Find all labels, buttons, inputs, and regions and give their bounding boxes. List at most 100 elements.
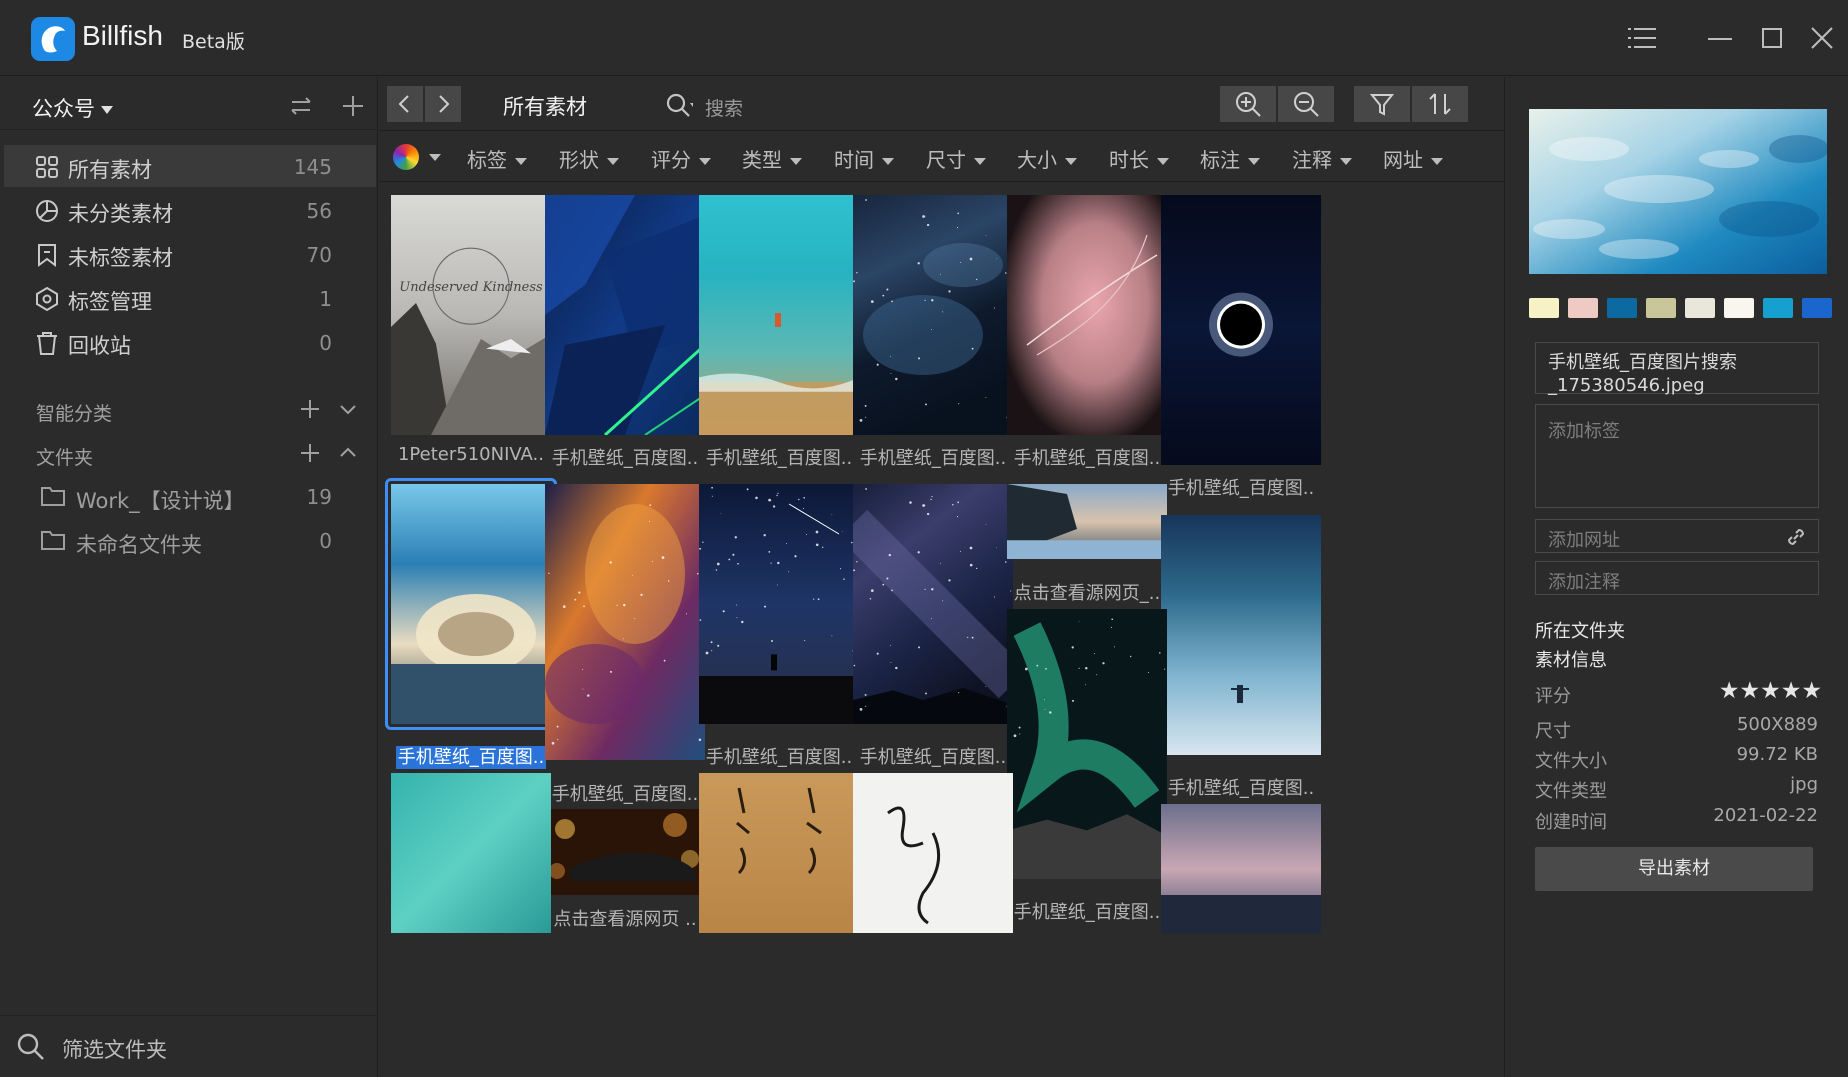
sidebar-item-untagged[interactable]: 未标签素材 70 xyxy=(4,233,376,275)
folder-item-work[interactable]: Work_【设计说】 19 xyxy=(4,475,376,517)
thumbnail-art xyxy=(391,773,551,933)
folder-label: Work_【设计说】 xyxy=(76,489,245,513)
preview-image[interactable] xyxy=(1529,109,1827,274)
asset-caption: 1Peter510NIVA.. xyxy=(383,444,559,465)
asset-thumbnail[interactable]: 手机壁纸_百度图.. xyxy=(853,195,1013,472)
note-input[interactable]: 添加注释 xyxy=(1535,561,1819,595)
smart-category-heading: 智能分类 xyxy=(36,403,113,425)
thumbnail-art: Undeserved Kindness xyxy=(391,195,551,435)
filter-url[interactable]: 网址 xyxy=(1383,144,1443,173)
add-folder-button[interactable] xyxy=(298,441,322,465)
asset-thumbnail[interactable]: 手机壁纸_百度图.. xyxy=(1161,195,1321,502)
asset-thumbnail[interactable] xyxy=(1161,804,1321,934)
link-icon[interactable] xyxy=(1784,525,1808,549)
minimize-icon[interactable] xyxy=(1702,20,1738,56)
filter-button[interactable] xyxy=(1354,86,1410,122)
color-swatch[interactable] xyxy=(1724,298,1754,318)
color-swatch[interactable] xyxy=(1685,298,1715,318)
close-icon[interactable] xyxy=(1804,20,1840,56)
star-rating[interactable]: ★★★★★ xyxy=(1713,678,1822,704)
asset-thumbnail[interactable]: 点击查看源网页 .. xyxy=(545,809,705,933)
sidebar-item-count: 145 xyxy=(293,155,332,179)
asset-thumbnail[interactable]: 手机壁纸_百度图.. xyxy=(838,484,1028,771)
filter-tag[interactable]: 标签 xyxy=(467,144,527,173)
asset-caption: 手机壁纸_百度图.. xyxy=(691,743,867,769)
filter-type[interactable]: 类型 xyxy=(742,144,802,173)
thumbnail-art xyxy=(1161,515,1321,755)
chevron-up-icon[interactable] xyxy=(336,441,360,465)
color-swatch[interactable] xyxy=(1607,298,1637,318)
color-swatch[interactable] xyxy=(1529,298,1559,318)
asset-thumbnail[interactable]: 手机壁纸_百度图.. xyxy=(699,195,859,472)
asset-thumbnail[interactable]: 手机壁纸_百度图.. xyxy=(1161,515,1321,802)
trash-icon xyxy=(37,332,57,355)
asset-caption-text: 手机壁纸_百度图.. xyxy=(705,747,853,768)
sidebar: 公众号 所有素材 145 未分类素材 56 未标签素材 70 标签管理 1 回收… xyxy=(0,77,378,1077)
filter-size[interactable]: 大小 xyxy=(1017,144,1077,173)
asset-thumbnail[interactable]: 手机壁纸_百度图.. xyxy=(385,478,557,771)
forward-button[interactable] xyxy=(425,86,461,122)
zoom-in-button[interactable] xyxy=(1220,86,1276,122)
sidebar-item-count: 70 xyxy=(306,243,332,267)
sidebar-item-uncategorized[interactable]: 未分类素材 56 xyxy=(4,189,376,231)
sidebar-item-trash[interactable]: 回收站 0 xyxy=(4,321,376,363)
menu-icon[interactable] xyxy=(1624,20,1660,56)
add-library-button[interactable] xyxy=(338,91,368,121)
zoom-out-button[interactable] xyxy=(1278,86,1334,122)
sort-icon xyxy=(1429,93,1451,115)
filter-label: 标注 xyxy=(1200,148,1240,172)
asset-thumbnail[interactable]: 手机壁纸_百度图.. xyxy=(699,484,859,771)
asset-image: Undeserved Kindness xyxy=(391,195,551,435)
asset-image xyxy=(853,195,1013,435)
info-label: 创建时间 xyxy=(1535,812,1607,833)
asset-thumbnail[interactable]: 手机壁纸_百度图.. xyxy=(1007,195,1167,472)
color-filter-icon[interactable] xyxy=(393,144,419,170)
asset-thumbnail[interactable] xyxy=(699,773,859,933)
asset-thumbnail[interactable] xyxy=(391,773,551,933)
sidebar-item-all-assets[interactable]: 所有素材 145 xyxy=(4,145,376,187)
color-swatch[interactable] xyxy=(1568,298,1598,318)
asset-thumbnail[interactable]: 手机壁纸_百度图.. xyxy=(1007,609,1167,926)
add-smart-category-button[interactable] xyxy=(298,397,322,421)
asset-image xyxy=(1161,515,1321,755)
filter-time[interactable]: 时间 xyxy=(834,144,894,173)
asset-thumbnail[interactable]: 手机壁纸_百度图.. xyxy=(545,484,705,808)
folder-icon xyxy=(41,487,65,506)
filter-duration[interactable]: 时长 xyxy=(1109,144,1169,173)
library-switcher[interactable]: 公众号 xyxy=(32,93,113,123)
tag-input[interactable]: 添加标签 xyxy=(1535,404,1819,508)
filter-folders-bar[interactable]: 筛选文件夹 xyxy=(0,1015,378,1077)
search-input[interactable]: 搜索 xyxy=(665,89,865,121)
filename-field[interactable]: 手机壁纸_百度图片搜索_175380546.jpeg xyxy=(1535,342,1819,396)
sidebar-item-tag-management[interactable]: 标签管理 1 xyxy=(4,277,376,319)
asset-caption-text: 点击查看源网页_.. xyxy=(1013,583,1161,604)
asset-caption-text: 手机壁纸_百度图.. xyxy=(1013,448,1161,469)
sort-button[interactable] xyxy=(1412,86,1468,122)
thumbnail-art xyxy=(1161,195,1321,465)
swap-icon[interactable] xyxy=(286,91,316,121)
folder-item-untitled[interactable]: 未命名文件夹 0 xyxy=(4,519,376,561)
chevron-down-icon[interactable] xyxy=(336,397,360,421)
filter-annotation[interactable]: 标注 xyxy=(1200,144,1260,173)
asset-thumbnail[interactable]: 手机壁纸_百度图.. xyxy=(545,195,707,472)
color-swatch[interactable] xyxy=(1763,298,1793,318)
color-swatch[interactable] xyxy=(1802,298,1832,318)
filter-note[interactable]: 注释 xyxy=(1292,144,1352,173)
filter-dimensions[interactable]: 尺寸 xyxy=(926,144,986,173)
maximize-icon[interactable] xyxy=(1754,20,1790,56)
asset-thumbnail[interactable]: 点击查看源网页_.. xyxy=(1007,484,1167,607)
asset-caption: 手机壁纸_百度图.. xyxy=(999,444,1175,470)
back-button[interactable] xyxy=(387,86,423,122)
url-input[interactable]: 添加网址 xyxy=(1535,519,1819,553)
filter-rating[interactable]: 评分 xyxy=(651,144,711,173)
asset-caption: 手机壁纸_百度图.. xyxy=(691,444,867,470)
export-button[interactable]: 导出素材 xyxy=(1535,847,1813,891)
color-swatch[interactable] xyxy=(1646,298,1676,318)
asset-thumbnail[interactable] xyxy=(853,773,1013,933)
asset-thumbnail[interactable]: Undeserved Kindness 1Peter510NIVA.. xyxy=(391,195,551,472)
sidebar-item-label: 未分类素材 xyxy=(68,202,173,226)
beta-badge: Beta版 xyxy=(182,31,245,53)
asset-caption-text: 1Peter510NIVA.. xyxy=(397,444,544,465)
filter-folders-input: 筛选文件夹 xyxy=(62,1038,167,1062)
filter-shape[interactable]: 形状 xyxy=(559,144,619,173)
